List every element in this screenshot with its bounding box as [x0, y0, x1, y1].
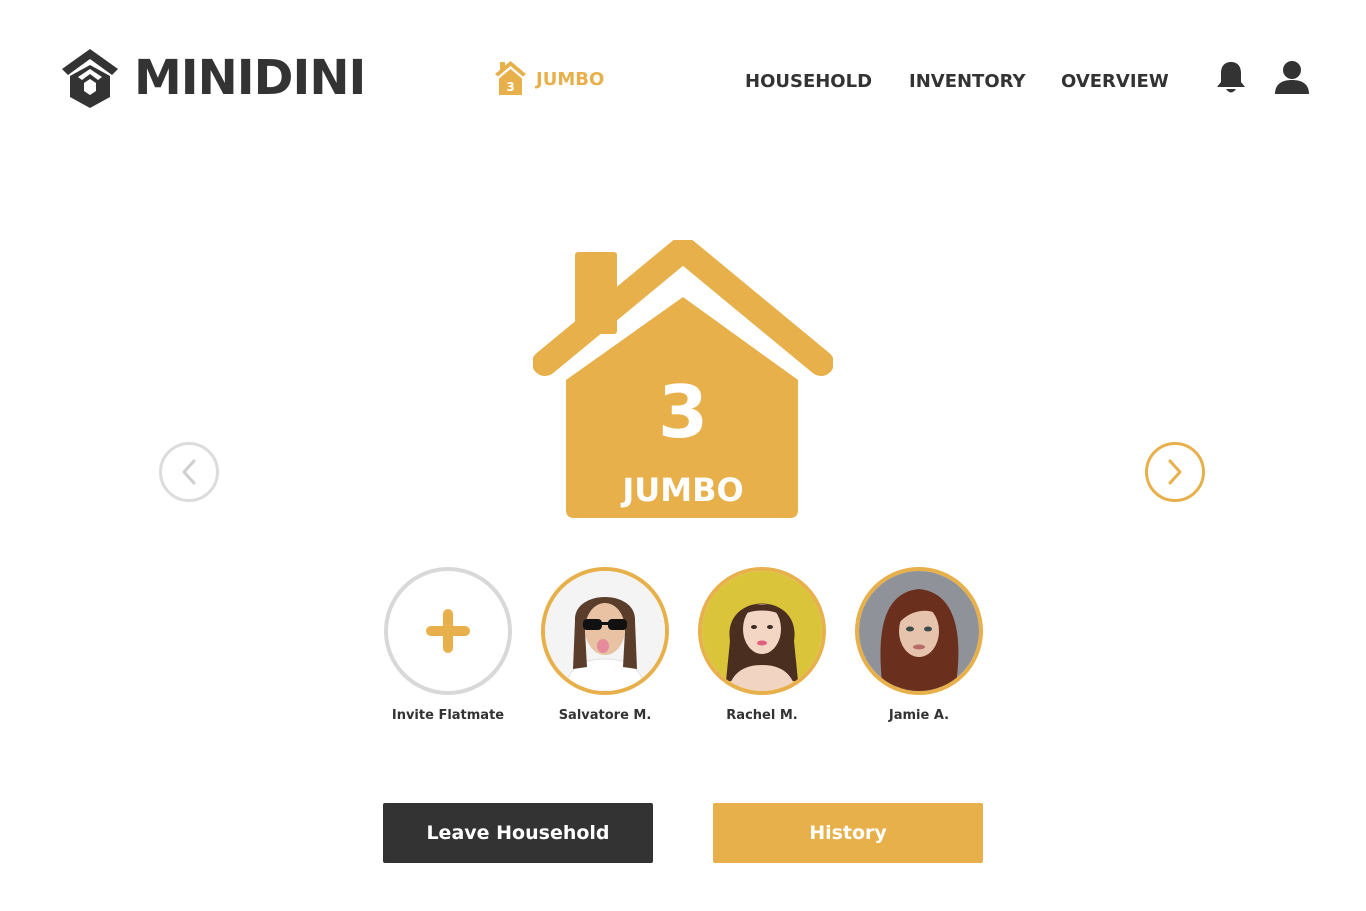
plus-icon	[426, 609, 470, 653]
history-button[interactable]: History	[713, 803, 983, 863]
member-card[interactable]: Rachel M.	[698, 567, 826, 723]
invite-flatmate[interactable]: Invite Flatmate	[384, 567, 512, 723]
previous-household-button[interactable]	[159, 442, 219, 502]
hexagon-house-icon	[62, 49, 118, 108]
member-name: Jamie A.	[888, 708, 950, 723]
avatar-photo	[702, 571, 822, 691]
avatar[interactable]	[855, 567, 983, 695]
bell-icon	[1217, 62, 1245, 93]
brand-logo[interactable]: MINIDINI	[60, 47, 366, 109]
avatar[interactable]	[541, 567, 669, 695]
leave-household-button[interactable]: Leave Household	[383, 803, 653, 863]
member-card[interactable]: Salvatore M.	[541, 567, 669, 723]
household-name: JUMBO	[622, 471, 744, 509]
brand-name: MINIDINI	[134, 50, 366, 106]
current-household-name: JUMBO	[536, 69, 605, 90]
house-icon: 3	[495, 61, 526, 95]
avatar-photo	[859, 571, 979, 691]
chevron-left-icon	[182, 459, 196, 485]
member-card[interactable]: Jamie A.	[855, 567, 983, 723]
profile-button[interactable]	[1274, 60, 1310, 95]
avatar-photo	[545, 571, 665, 691]
nav-household[interactable]: HOUSEHOLD	[745, 71, 872, 93]
user-icon	[1275, 61, 1309, 94]
current-household-number: 3	[506, 80, 514, 94]
nav-inventory[interactable]: INVENTORY	[909, 71, 1026, 93]
invite-flatmate-button[interactable]	[384, 567, 512, 695]
nav-overview[interactable]: OVERVIEW	[1061, 71, 1169, 93]
notifications-button[interactable]	[1215, 60, 1247, 96]
chevron-right-icon	[1168, 459, 1182, 485]
next-household-button[interactable]	[1145, 442, 1205, 502]
current-household[interactable]: 3 JUMBO	[494, 60, 604, 96]
household-number: 3	[657, 370, 709, 454]
avatar[interactable]	[698, 567, 826, 695]
